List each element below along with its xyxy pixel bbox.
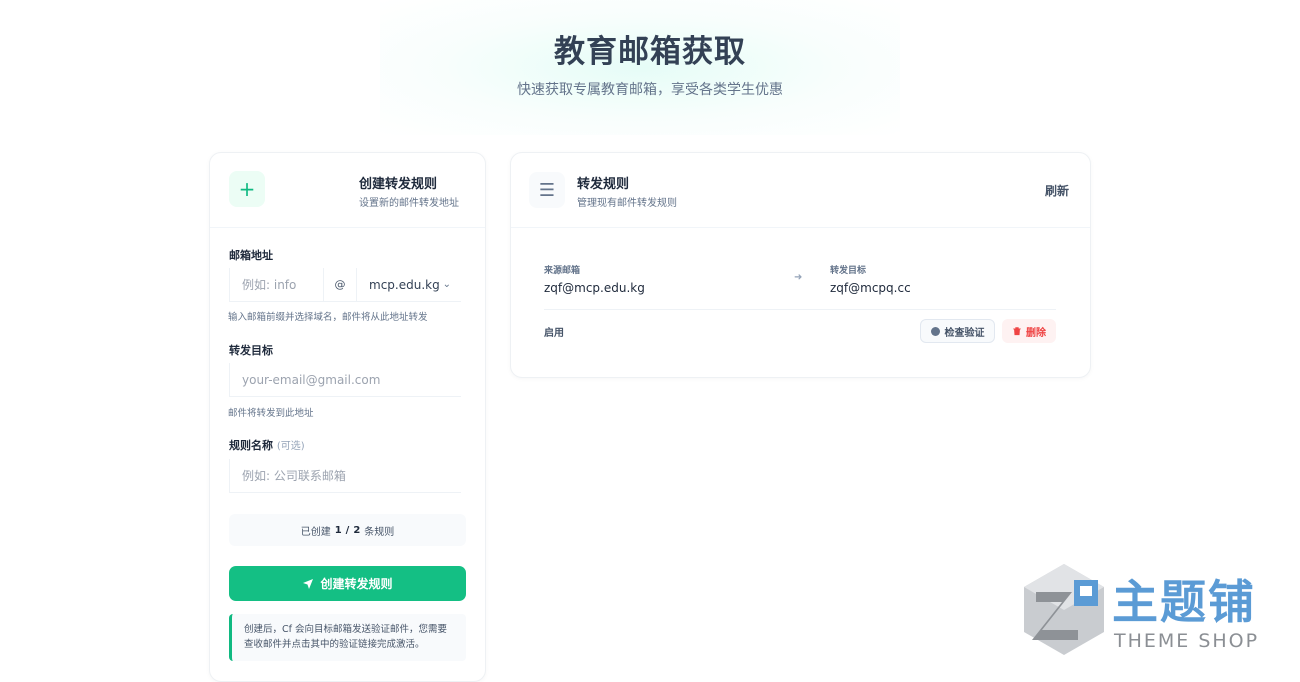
rule-counter: 已创建 1 / 2 条规则 — [229, 514, 466, 546]
create-rule-button[interactable]: 创建转发规则 — [229, 566, 466, 601]
target-label: 转发目标 — [229, 344, 273, 357]
domain-select[interactable]: mcp.edu.kg ⌄ — [357, 268, 461, 301]
target-hint: 邮件将转发到此地址 — [228, 408, 314, 419]
logo-icon — [1024, 564, 1104, 655]
refresh-button[interactable]: 刷新 — [1045, 182, 1069, 199]
watermark: 主题铺 THEME SHOP — [1022, 562, 1282, 662]
delete-rule-button[interactable]: 删除 — [1002, 319, 1056, 343]
target-email-input[interactable] — [229, 363, 461, 396]
create-rule-title: 创建转发规则 — [359, 177, 438, 192]
rules-title: 转发规则 — [577, 177, 630, 192]
arrow-right-icon: ➜ — [794, 272, 803, 283]
create-rule-subtitle: 设置新的邮件转发地址 — [359, 198, 459, 209]
email-prefix-input[interactable] — [229, 268, 323, 301]
page-title: 教育邮箱获取 — [554, 34, 746, 70]
at-symbol: @ — [323, 268, 357, 301]
counter-separator: / — [345, 524, 350, 536]
email-input-group: @ mcp.edu.kg ⌄ — [229, 268, 461, 302]
counter-prefix: 已创建 — [300, 526, 331, 538]
delete-rule-label: 删除 — [1026, 327, 1046, 339]
email-hint: 输入邮箱前缀并选择域名，邮件将从此地址转发 — [228, 312, 428, 323]
email-label: 邮箱地址 — [229, 249, 273, 262]
rule-name-label: 规则名称 (可选) — [229, 437, 305, 453]
forward-target-value: zqf@mcpq.cc — [830, 281, 911, 295]
source-email-label: 来源邮箱 — [544, 266, 581, 276]
domain-select-value: mcp.edu.kg — [369, 277, 440, 292]
plus-icon: + — [229, 171, 265, 207]
counter-used: 1 — [334, 524, 342, 536]
check-verification-button[interactable]: 检查验证 — [920, 319, 995, 343]
rule-name-label-text: 规则名称 — [229, 439, 273, 452]
watermark-brand-en: THEME SHOP — [1114, 630, 1260, 652]
rule-divider — [544, 309, 1056, 310]
rules-subtitle: 管理现有邮件转发规则 — [577, 198, 677, 209]
watermark-brand-cn: 主题铺 — [1112, 575, 1256, 629]
page-subtitle: 快速获取专属教育邮箱，享受各类学生优惠 — [517, 82, 783, 98]
optional-tag: (可选) — [276, 441, 305, 452]
send-icon — [303, 578, 314, 589]
trash-icon — [1013, 327, 1021, 336]
activation-note: 创建后，Cf 会向目标邮箱发送验证邮件，您需要查收邮件并点击其中的验证链接完成激… — [229, 614, 466, 661]
status-badge: 启用 — [544, 328, 564, 339]
menu-icon: ☰ — [529, 172, 565, 208]
counter-suffix: 条规则 — [364, 526, 395, 538]
chevron-down-icon: ⌄ — [442, 279, 451, 290]
forward-target-label: 转发目标 — [830, 266, 867, 276]
counter-total: 2 — [353, 524, 361, 536]
dot-icon — [930, 326, 940, 336]
create-rule-button-label: 创建转发规则 — [320, 577, 393, 591]
source-email-value: zqf@mcp.edu.kg — [544, 281, 645, 295]
target-input-group — [229, 363, 461, 397]
rule-name-input-group — [229, 459, 461, 493]
check-verification-label: 检查验证 — [944, 327, 985, 339]
rule-name-input[interactable] — [229, 459, 461, 492]
